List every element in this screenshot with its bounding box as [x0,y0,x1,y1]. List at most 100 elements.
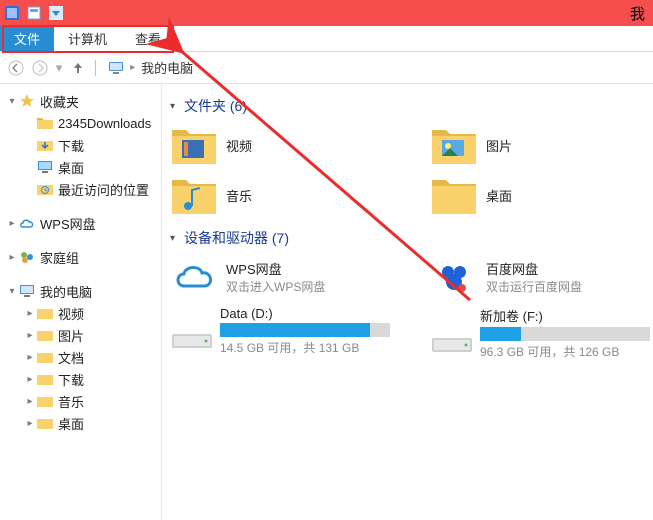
desktop-folder-icon [430,174,478,216]
qat-dropdown-icon[interactable] [48,5,64,21]
recent-dropdown-icon[interactable]: ▾ [54,58,64,78]
sidebar-homegroup[interactable]: ▸ 家庭组 [0,246,161,268]
drive-caption: 96.3 GB 可用，共 126 GB [480,343,650,360]
drive-name: Data (D:) [220,306,390,321]
breadcrumb[interactable]: ▸ 我的电脑 [108,58,193,77]
back-button[interactable] [6,58,26,78]
sidebar-item-recent[interactable]: 最近访问的位置 [18,178,161,200]
tab-file[interactable]: 文件 [0,26,54,51]
title-bar: 我 [0,0,653,26]
cloud-tile-wps[interactable]: WPS网盘双击进入WPS网盘 [170,256,390,298]
group-title: 文件夹 (6) [184,96,247,116]
folder-tile-desktop[interactable]: 桌面 [430,174,650,216]
sidebar-item-label: 最近访问的位置 [58,180,149,199]
sidebar-item-downloads-pc[interactable]: ▸ 下载 [18,368,161,390]
sidebar-item-label: 2345Downloads [58,116,151,131]
tile-label: 视频 [226,136,252,155]
star-icon [18,93,36,109]
sidebar-item-downloads[interactable]: 下载 [18,134,161,156]
pictures-folder-icon [430,124,478,166]
sidebar-favorites[interactable]: ▾ 收藏夹 [0,90,161,112]
tab-view[interactable]: 查看 [121,26,175,51]
cloud-tile-baidu[interactable]: 百度网盘双击运行百度网盘 [430,256,650,298]
tab-computer[interactable]: 计算机 [54,26,121,51]
expand-icon[interactable]: ▸ [24,418,36,429]
tile-label: 桌面 [486,186,512,205]
separator: │ [92,60,100,75]
tile-label: WPS网盘 [226,259,325,278]
chevron-down-icon: ▾ [170,233,184,244]
homegroup-icon [18,249,36,265]
sidebar-item-label: 收藏夹 [40,92,79,111]
sidebar-item-desktop[interactable]: 桌面 [18,156,161,178]
sidebar-item-label: 家庭组 [40,248,79,267]
up-button[interactable] [68,58,88,78]
folder-icon [36,115,54,131]
expand-icon[interactable]: ▸ [24,352,36,363]
folder-tile-videos[interactable]: 视频 [170,124,390,166]
qat-properties-icon[interactable] [26,5,42,21]
drive-usage-fill [220,323,370,337]
downloads-icon [36,137,54,153]
wps-cloud-icon [170,256,218,298]
sidebar-tree: ▾ 收藏夹 2345Downloads 下载 桌面 最近访问的位置 [0,84,162,520]
group-devices-header[interactable]: ▾ 设备和驱动器 (7) [170,228,653,248]
sidebar-item-pictures[interactable]: ▸ 图片 [18,324,161,346]
chevron-right-icon: ▸ [130,62,135,73]
baidu-cloud-icon [430,256,478,298]
drive-tile-d[interactable]: Data (D:) 14.5 GB 可用，共 131 GB [170,306,390,360]
hdd-icon [430,330,474,358]
sidebar-item-label: 下载 [58,370,84,389]
sidebar-item-label: 视频 [58,304,84,323]
tile-label: 图片 [486,136,512,155]
expand-icon[interactable]: ▸ [24,330,36,341]
sidebar-item-label: 下载 [58,136,84,155]
sidebar-item-label: 我的电脑 [40,282,92,301]
sidebar-wps[interactable]: ▸ WPS网盘 [0,212,161,234]
folder-icon [36,393,54,409]
expand-icon[interactable]: ▸ [6,218,18,229]
folder-icon [36,349,54,365]
sidebar-item-label: WPS网盘 [40,214,96,233]
folder-tile-pictures[interactable]: 图片 [430,124,650,166]
forward-button[interactable] [30,58,50,78]
folder-icon [36,371,54,387]
content-pane: ▾ 文件夹 (6) 视频 图片 音乐 桌面 ▾ 设备和驱动器 (7) [162,84,653,520]
expand-icon[interactable]: ▸ [6,252,18,263]
sidebar-item-music[interactable]: ▸音乐 [18,390,161,412]
expand-icon[interactable]: ▸ [24,308,36,319]
sidebar-item-desktop-pc[interactable]: ▸ 桌面 [18,412,161,434]
computer-icon [18,283,36,299]
drive-tile-f[interactable]: 新加卷 (F:) 96.3 GB 可用，共 126 GB [430,306,650,360]
sidebar-item-videos[interactable]: ▸ 视频 [18,302,161,324]
expand-icon[interactable]: ▸ [24,396,36,407]
videos-folder-icon [170,124,218,166]
ribbon-tabs: 文件 计算机 查看 [0,26,653,52]
cloud-icon [18,215,36,231]
computer-icon [108,60,124,76]
system-menu-icon[interactable] [4,5,20,21]
expand-icon[interactable]: ▸ [24,374,36,385]
main-split: ▾ 收藏夹 2345Downloads 下载 桌面 最近访问的位置 [0,84,653,520]
folder-icon [36,305,54,321]
window-title: 我 [630,3,649,24]
desktop-icon [36,159,54,175]
sidebar-item-documents[interactable]: ▸ 文档 [18,346,161,368]
recent-icon [36,181,54,197]
sidebar-item-label: 桌面 [58,414,84,433]
collapse-icon[interactable]: ▾ [6,286,18,297]
sidebar-item-label: 文档 [58,348,84,367]
drive-caption: 14.5 GB 可用，共 131 GB [220,339,390,356]
group-folders-header[interactable]: ▾ 文件夹 (6) [170,96,653,116]
sidebar-item-label: 图片 [58,326,84,345]
breadcrumb-location[interactable]: 我的电脑 [141,58,193,77]
sidebar-item-2345downloads[interactable]: 2345Downloads [18,112,161,134]
folder-tile-music[interactable]: 音乐 [170,174,390,216]
group-title: 设备和驱动器 (7) [184,228,289,248]
drive-usage-bar [480,327,650,341]
drive-usage-bar [220,323,390,337]
drive-name: 新加卷 (F:) [480,306,650,325]
sidebar-thispc[interactable]: ▾ 我的电脑 [0,280,161,302]
tile-sublabel: 双击进入WPS网盘 [226,278,325,295]
collapse-icon[interactable]: ▾ [6,96,18,107]
